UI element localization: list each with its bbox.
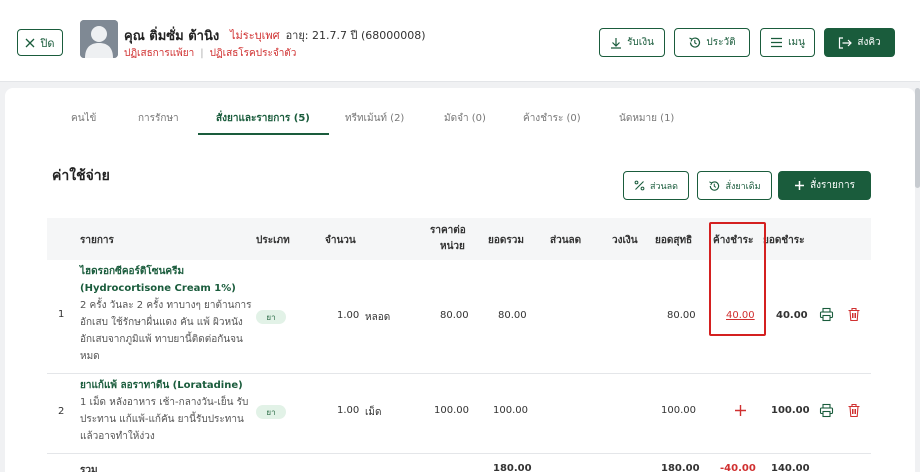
menu-button[interactable]: เมนู [760, 28, 815, 57]
row-number: 2 [58, 406, 65, 417]
printer-icon[interactable] [819, 403, 834, 418]
hamburger-menu-icon [770, 37, 783, 48]
section-title: ค่าใช้จ่าย [52, 168, 110, 184]
col-discount: ส่วนลด [550, 235, 582, 246]
active-tab-indicator [198, 133, 329, 135]
col-paid: ยอดชำระ [763, 235, 805, 246]
unit-price: 100.00 [434, 405, 469, 416]
trash-icon[interactable] [847, 403, 861, 418]
patient-name: คุณ ติ่มซั่ม ต้านิง [124, 29, 220, 44]
avatar [80, 20, 118, 58]
patient-header: ปิด คุณ ติ่มซั่ม ต้านิง ไม่ระบุเพศ อายุ: … [0, 0, 920, 82]
percent-icon [634, 180, 645, 191]
drug-name-english: (Hydrocortisone Cream 1%) [80, 283, 236, 294]
tab-bar: คนไข้ การรักษา สั่งยาและรายการ (5) ทรีทเ… [47, 106, 915, 136]
tab-patient[interactable]: คนไข้ [71, 111, 96, 126]
drug-instruction: หมด [80, 351, 100, 362]
download-arrow-icon [610, 37, 622, 49]
net-value: 80.00 [667, 310, 696, 321]
drug-instruction: อักเสบ ใช้รักษาผื่นแดง คัน แพ้ ผิวหนัง [80, 317, 243, 328]
total-value: 80.00 [498, 310, 527, 321]
col-type: ประเภท [256, 235, 290, 246]
allergy-status: ปฏิเสธการแพ้ยา [124, 48, 195, 59]
qty-unit: หลอด [365, 312, 391, 323]
patient-gender: ไม่ระบุเพศ [230, 29, 280, 42]
receive-payment-button[interactable]: รับเงิน [599, 28, 665, 57]
patient-age-hn: อายุ: 21.7.7 ปี (68000008) [285, 29, 426, 42]
paid-value: 100.00 [771, 405, 810, 416]
discount-button[interactable]: ส่วนลด [623, 171, 689, 200]
qty-unit: เม็ด [365, 407, 382, 418]
plus-icon [794, 180, 805, 191]
history-icon [688, 36, 701, 49]
type-badge: ยา [256, 405, 286, 419]
col-total: ยอดรวม [488, 235, 524, 246]
previous-order-button[interactable]: สั่งยาเดิม [697, 171, 772, 200]
add-outstanding-plus-icon[interactable] [734, 404, 747, 417]
exit-arrow-icon [838, 36, 853, 49]
scrollbar-thumb[interactable] [915, 88, 920, 188]
unit-price: 80.00 [440, 310, 469, 321]
history-icon [708, 180, 720, 192]
col-item: รายการ [80, 235, 114, 246]
close-icon [25, 38, 35, 48]
close-label: ปิด [40, 36, 55, 50]
drug-instruction: 2 ครั้ง วันละ 2 ครั้ง ทาบางๆ ยาต้านการ [80, 300, 252, 311]
col-price-line2: หน่วย [440, 241, 465, 252]
type-badge: ยา [256, 310, 286, 324]
close-button[interactable]: ปิด [17, 29, 63, 56]
drug-instruction: แล้วอาจทำให้ง่วง [80, 431, 155, 442]
order-item-button[interactable]: สั่งรายการ [778, 171, 871, 200]
drug-name: ไฮดรอกซีคอร์ติโซนครีม [80, 266, 185, 277]
outstanding-column-highlight [709, 222, 766, 336]
drug-instruction: อักเสบจากภูมิแพ้ ทาบยานี้ติดต่อกันจน [80, 334, 243, 345]
qty-value: 1.00 [337, 310, 360, 321]
net-value: 100.00 [661, 405, 696, 416]
summary-outstanding: -40.00 [720, 463, 756, 472]
chronic-disease-status: ปฏิเสธโรคประจำตัว [209, 48, 297, 59]
col-limit: วงเงิน [612, 235, 638, 246]
total-value: 100.00 [493, 405, 528, 416]
tab-orders[interactable]: สั่งยาและรายการ (5) [216, 111, 310, 126]
drug-instruction: ประทาน แก้แพ้-แก้คัน ยานี้รับประทาน [80, 414, 244, 425]
printer-icon[interactable] [819, 307, 834, 322]
send-queue-button[interactable]: ส่งคิว [824, 28, 895, 57]
qty-value: 1.00 [337, 405, 360, 416]
summary-total: 180.00 [493, 463, 532, 472]
summary-net: 180.00 [661, 463, 700, 472]
trash-icon[interactable] [847, 307, 861, 322]
row-number: 1 [58, 309, 65, 320]
history-button[interactable]: ประวัติ [674, 28, 750, 57]
tab-treatments-count[interactable]: ทรีทเม้นท์ (2) [345, 111, 404, 126]
col-qty: จำนวน [325, 235, 356, 246]
tab-outstanding[interactable]: ค้างชำระ (0) [523, 111, 581, 126]
summary-row: รวม 180.00 180.00 -40.00 140.00 [47, 454, 871, 472]
summary-label: รวม [80, 465, 98, 472]
col-price-line1: ราคาต่อ [430, 225, 466, 236]
tab-treatment[interactable]: การรักษา [138, 111, 179, 126]
summary-paid: 140.00 [771, 463, 810, 472]
drug-instruction: 1 เม็ด หลังอาหาร เช้า-กลางวัน-เย็น รับ [80, 397, 249, 408]
drug-name: ยาแก้แพ้ ลอราทาดีน (Loratadine) [80, 380, 243, 391]
paid-value: 40.00 [776, 310, 808, 321]
table-row: 2 ยาแก้แพ้ ลอราทาดีน (Loratadine) 1 เม็ด… [47, 374, 871, 454]
tab-appointments[interactable]: นัดหมาย (1) [619, 111, 674, 126]
tab-deposit[interactable]: มัดจำ (0) [444, 111, 486, 126]
col-net: ยอดสุทธิ [655, 235, 693, 246]
